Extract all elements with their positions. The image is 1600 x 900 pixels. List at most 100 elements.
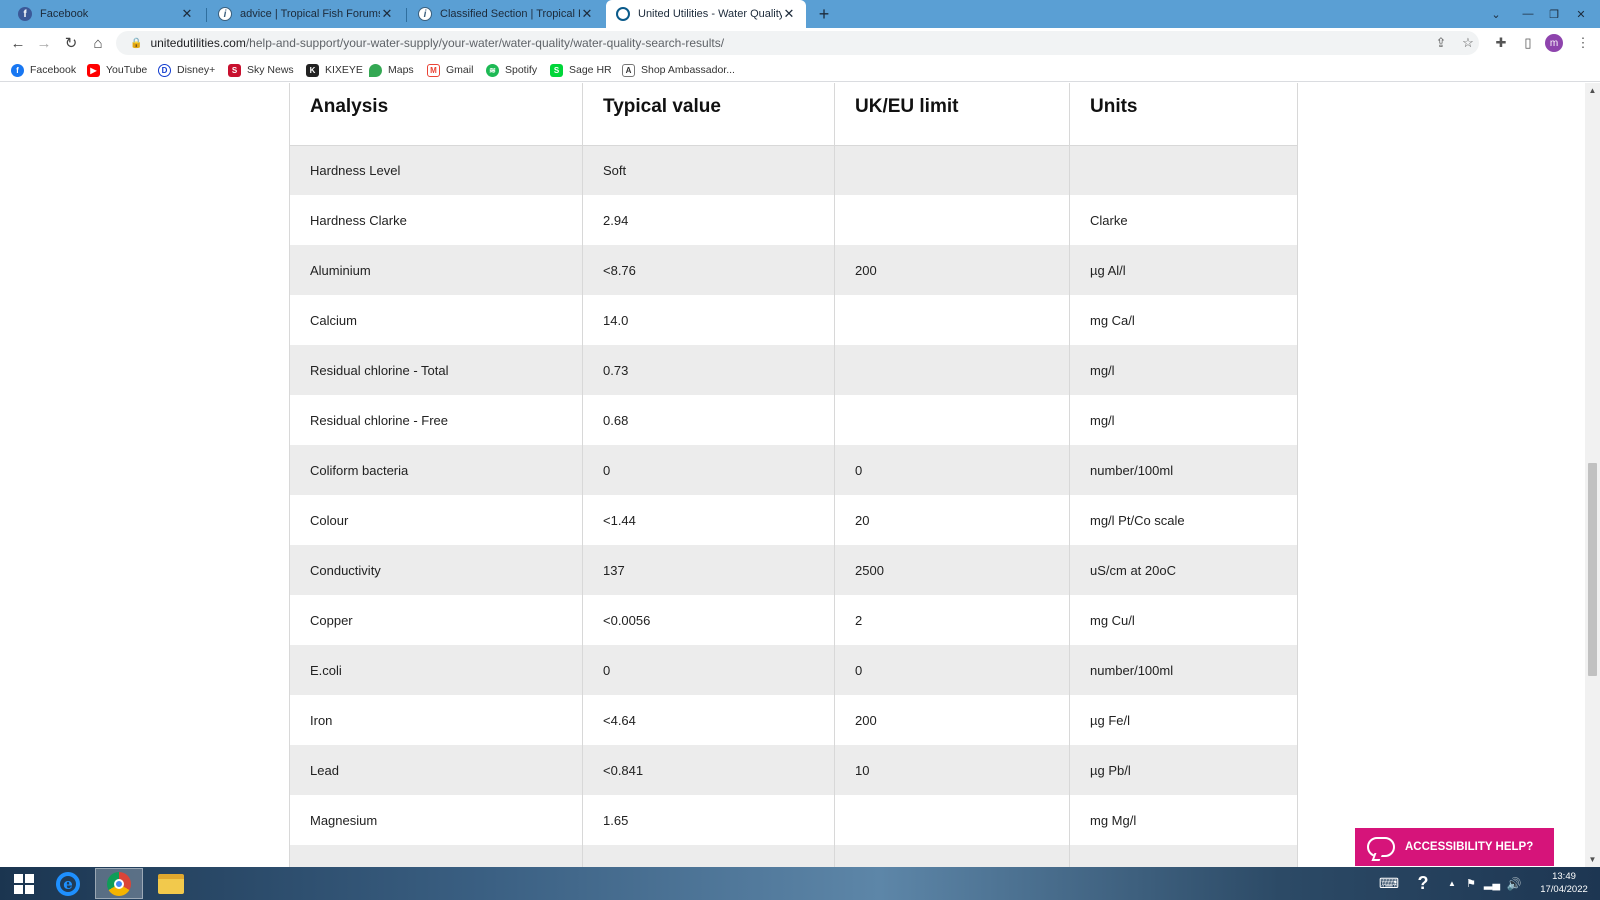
help-icon[interactable]: ? [1410, 867, 1436, 900]
taskbar-chrome[interactable] [95, 868, 143, 899]
window-close-icon[interactable]: ✕ [1568, 0, 1594, 28]
show-hidden-icons-icon[interactable]: ▲ [1444, 867, 1460, 900]
sage-hr-icon: S [550, 63, 563, 77]
table-row: Hardness Clarke 2.94 Clarke [289, 195, 1298, 245]
volume-icon[interactable]: 🔊 [1504, 867, 1524, 900]
united-utilities-icon [616, 7, 630, 21]
close-icon[interactable]: ✕ [180, 6, 194, 22]
tab-advice-forum[interactable]: i advice | Tropical Fish Forums ✕ [208, 0, 404, 28]
keyboard-icon[interactable]: ⌨ [1376, 867, 1402, 900]
network-icon[interactable]: ▂▄ [1482, 867, 1502, 900]
forum-icon: i [418, 7, 432, 21]
cell-analysis: Iron [289, 695, 583, 745]
lock-icon[interactable]: 🔒 [130, 38, 142, 49]
bookmarks-bar: f Facebook ▶ YouTube D Disney+ S Sky News KK… [0, 58, 1600, 82]
close-icon[interactable]: ✕ [380, 6, 394, 22]
address-bar[interactable]: 🔒 unitedutilities.com/help-and-support/y… [116, 31, 1479, 55]
browser-toolbar: ← → ↻ ⌂ 🔒 unitedutilities.com/help-and-s… [0, 28, 1600, 58]
flag-icon[interactable]: ⚑ [1462, 867, 1480, 900]
maps-pin-icon [369, 63, 382, 77]
table-row: Iron <4.64 200 µg Fe/l [289, 695, 1298, 745]
page-scrollbar[interactable]: ▲ ▼ [1585, 83, 1600, 867]
scroll-up-icon[interactable]: ▲ [1585, 83, 1600, 98]
tab-title: United Utilities - Water Quality Se [638, 8, 782, 20]
cell-analysis: Aluminium [289, 245, 583, 295]
cell-units: µg Fe/l [1069, 695, 1298, 745]
cell-units: uS/cm at 20oC [1069, 545, 1298, 595]
home-icon[interactable]: ⌂ [87, 32, 109, 54]
taskbar-internet-explorer[interactable]: e [44, 868, 92, 899]
cell-limit: 0 [834, 445, 1070, 495]
accessibility-help-button[interactable]: ACCESSIBILITY HELP? [1355, 828, 1554, 866]
cell-typical-value: 2.94 [582, 195, 835, 245]
cell-limit [834, 295, 1070, 345]
forum-icon: i [218, 7, 232, 21]
bookmark-sage-hr[interactable]: S Sage HR [550, 62, 612, 78]
share-icon[interactable]: ⇪ [1430, 32, 1452, 54]
shop-ambassador-icon: A [622, 63, 635, 77]
cell-typical-value: <0.0056 [582, 595, 835, 645]
taskbar-clock[interactable]: 13:49 17/04/2022 [1532, 870, 1596, 896]
cell-units: mg/l Pt/Co scale [1069, 495, 1298, 545]
tab-title: Classified Section | Tropical Fish F [440, 8, 580, 20]
cell-analysis: Colour [289, 495, 583, 545]
bookmark-youtube[interactable]: ▶ YouTube [87, 62, 147, 78]
menu-icon[interactable]: ⋮ [1572, 32, 1594, 54]
cell-units: number/100ml [1069, 645, 1298, 695]
cell-limit: 20 [834, 495, 1070, 545]
gmail-icon: M [427, 63, 440, 77]
cell-analysis: Calcium [289, 295, 583, 345]
taskbar-file-explorer[interactable] [147, 868, 195, 899]
reload-icon[interactable]: ↻ [60, 32, 82, 54]
bookmark-star-icon[interactable]: ☆ [1457, 32, 1479, 54]
cell-typical-value: 14.0 [582, 295, 835, 345]
cell-units [1069, 145, 1298, 195]
bookmark-shop-ambassador[interactable]: A Shop Ambassador... [622, 62, 735, 78]
disney-icon: D [158, 63, 171, 77]
cell-analysis: Lead [289, 745, 583, 795]
bookmark-sky-news[interactable]: S Sky News [228, 62, 294, 78]
water-quality-table: Analysis Typical value UK/EU limit Units… [289, 83, 1298, 867]
close-icon[interactable]: ✕ [782, 6, 796, 22]
extensions-icon[interactable]: ✚ [1490, 32, 1512, 54]
new-tab-button[interactable]: + [812, 2, 836, 26]
facebook-icon: f [18, 7, 32, 21]
minimize-icon[interactable]: — [1515, 0, 1541, 28]
cell-limit: 2500 [834, 545, 1070, 595]
table-row: Aluminium <8.76 200 µg Al/l [289, 245, 1298, 295]
header-limit: UK/EU limit [834, 83, 1070, 146]
tab-facebook[interactable]: f Facebook ✕ [8, 0, 204, 28]
cell-analysis: Conductivity [289, 545, 583, 595]
cell-units: mg/l [1069, 345, 1298, 395]
bookmark-label: Shop Ambassador... [641, 64, 735, 76]
cell-units: mg Ca/l [1069, 295, 1298, 345]
restore-icon[interactable]: ❐ [1541, 0, 1567, 28]
profile-avatar[interactable]: m [1545, 34, 1563, 52]
table-row: Hardness Level Soft [289, 145, 1298, 195]
close-icon[interactable]: ✕ [580, 6, 594, 22]
page-viewport: Analysis Typical value UK/EU limit Units… [0, 83, 1585, 867]
bookmark-gmail[interactable]: M Gmail [427, 62, 473, 78]
table-row: Residual chlorine - Total 0.73 mg/l [289, 345, 1298, 395]
url-host: unitedutilities.com [150, 36, 246, 50]
bookmark-maps[interactable]: Maps [369, 62, 414, 78]
tab-search-icon[interactable]: ⌄ [1483, 0, 1509, 28]
back-icon[interactable]: ← [7, 32, 29, 54]
forward-icon[interactable]: → [33, 32, 55, 54]
table-row: Calcium 14.0 mg Ca/l [289, 295, 1298, 345]
bookmark-disney[interactable]: D Disney+ [158, 62, 215, 78]
start-button[interactable] [0, 868, 48, 899]
tab-classified[interactable]: i Classified Section | Tropical Fish F ✕ [408, 0, 604, 28]
url-path: /help-and-support/your-water-supply/your… [245, 36, 725, 50]
scroll-thumb[interactable] [1588, 463, 1597, 676]
tab-united-utilities[interactable]: United Utilities - Water Quality Se ✕ [606, 0, 806, 28]
cell-typical-value: 0.73 [582, 345, 835, 395]
bookmark-spotify[interactable]: ≋ Spotify [486, 62, 537, 78]
scroll-down-icon[interactable]: ▼ [1585, 852, 1600, 867]
side-panel-icon[interactable]: ▯ [1517, 32, 1539, 54]
cell-limit [834, 395, 1070, 445]
cell-units: mg/l [1069, 395, 1298, 445]
bookmark-facebook[interactable]: f Facebook [11, 62, 76, 78]
bookmark-kixeye[interactable]: K KIXEYE [306, 62, 363, 78]
table-row: Lead <0.841 10 µg Pb/l [289, 745, 1298, 795]
